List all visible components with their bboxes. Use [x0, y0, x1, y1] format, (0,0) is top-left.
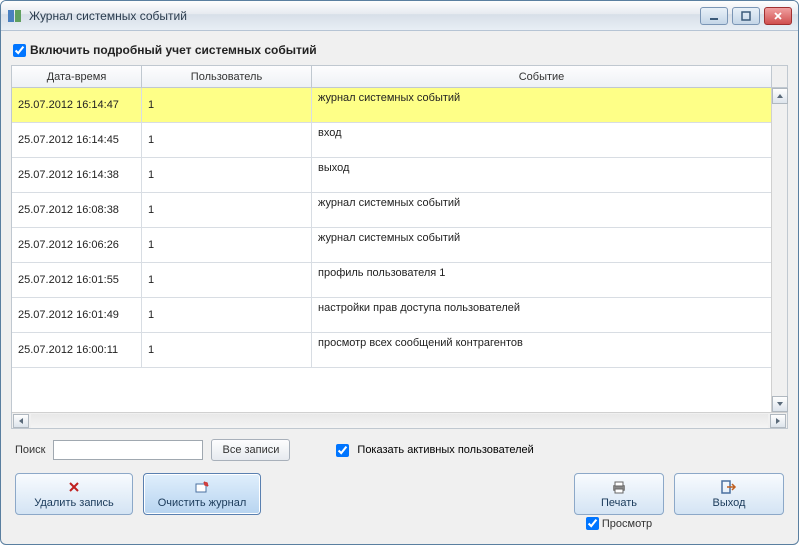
cell-datetime: 25.07.2012 16:14:45 [12, 123, 142, 157]
cell-user: 1 [142, 88, 312, 122]
detail-logging-label: Включить подробный учет системных событи… [30, 43, 317, 57]
cell-event: настройки прав доступа пользователей [312, 298, 787, 332]
close-button[interactable] [764, 7, 792, 25]
titlebar: Журнал системных событий [1, 1, 798, 31]
cell-user: 1 [142, 193, 312, 227]
delete-button-label: Удалить запись [34, 497, 114, 509]
cell-datetime: 25.07.2012 16:00:11 [12, 333, 142, 367]
print-column: Печать Просмотр [574, 473, 664, 530]
col-header-event[interactable]: Событие [312, 66, 771, 87]
all-records-button[interactable]: Все записи [211, 439, 290, 461]
clear-icon [194, 479, 210, 495]
cell-user: 1 [142, 158, 312, 192]
active-users-label: Показать активных пользователей [357, 444, 533, 456]
table-row[interactable]: 25.07.2012 16:01:491настройки прав досту… [12, 298, 787, 333]
hscroll-track[interactable] [31, 414, 768, 428]
table-row[interactable]: 25.07.2012 16:14:381выход [12, 158, 787, 193]
preview-checkbox[interactable] [586, 517, 599, 530]
window: Журнал системных событий Включить подроб… [0, 0, 799, 545]
table-body: 25.07.2012 16:14:471журнал системных соб… [12, 88, 787, 412]
window-controls [700, 7, 792, 25]
clear-log-button[interactable]: Очистить журнал [143, 473, 261, 515]
detail-logging-checkbox[interactable] [13, 44, 26, 57]
maximize-button[interactable] [732, 7, 760, 25]
detail-logging-row: Включить подробный учет системных событи… [11, 39, 788, 65]
table-row[interactable]: 25.07.2012 16:14:451вход [12, 123, 787, 158]
cell-event: журнал системных событий [312, 88, 787, 122]
cell-datetime: 25.07.2012 16:01:49 [12, 298, 142, 332]
vertical-scrollbar[interactable] [771, 88, 787, 412]
delete-icon [67, 479, 81, 495]
printer-icon [611, 479, 627, 495]
active-users-checkbox[interactable] [336, 444, 349, 457]
cell-datetime: 25.07.2012 16:06:26 [12, 228, 142, 262]
exit-icon [721, 479, 737, 495]
table-row[interactable]: 25.07.2012 16:14:471журнал системных соб… [12, 88, 787, 123]
cell-user: 1 [142, 333, 312, 367]
print-button-label: Печать [601, 497, 637, 509]
cell-event: вход [312, 123, 787, 157]
table-row[interactable]: 25.07.2012 16:00:111просмотр всех сообще… [12, 333, 787, 368]
window-title: Журнал системных событий [29, 9, 700, 23]
cell-user: 1 [142, 123, 312, 157]
table-header: Дата-время Пользователь Событие [12, 66, 787, 88]
scroll-down-icon[interactable] [772, 396, 788, 412]
exit-button-label: Выход [713, 497, 746, 509]
print-button[interactable]: Печать [574, 473, 664, 515]
cell-event: профиль пользователя 1 [312, 263, 787, 297]
clear-button-label: Очистить журнал [158, 497, 247, 509]
cell-event: журнал системных событий [312, 228, 787, 262]
cell-event: выход [312, 158, 787, 192]
search-row: Поиск Все записи Показать активных польз… [11, 429, 788, 469]
scroll-left-icon[interactable] [13, 414, 29, 428]
cell-datetime: 25.07.2012 16:14:38 [12, 158, 142, 192]
delete-record-button[interactable]: Удалить запись [15, 473, 133, 515]
scroll-up-icon[interactable] [772, 88, 788, 104]
table-row[interactable]: 25.07.2012 16:06:261журнал системных соб… [12, 228, 787, 263]
cell-user: 1 [142, 228, 312, 262]
cell-datetime: 25.07.2012 16:08:38 [12, 193, 142, 227]
cell-user: 1 [142, 298, 312, 332]
minimize-button[interactable] [700, 7, 728, 25]
search-input[interactable] [53, 440, 203, 460]
app-icon [7, 8, 23, 24]
cell-user: 1 [142, 263, 312, 297]
exit-button[interactable]: Выход [674, 473, 784, 515]
cell-event: просмотр всех сообщений контрагентов [312, 333, 787, 367]
preview-row: Просмотр [586, 517, 652, 530]
horizontal-scrollbar[interactable] [12, 412, 787, 428]
table-row[interactable]: 25.07.2012 16:08:381журнал системных соб… [12, 193, 787, 228]
col-header-datetime[interactable]: Дата-время [12, 66, 142, 87]
search-label: Поиск [15, 444, 45, 456]
cell-event: журнал системных событий [312, 193, 787, 227]
preview-label: Просмотр [602, 518, 652, 530]
scroll-corner [771, 66, 787, 87]
cell-datetime: 25.07.2012 16:01:55 [12, 263, 142, 297]
events-table: Дата-время Пользователь Событие 25.07.20… [11, 65, 788, 429]
table-row[interactable]: 25.07.2012 16:01:551профиль пользователя… [12, 263, 787, 298]
button-row: Удалить запись Очистить журнал Печать Пр… [11, 469, 788, 536]
col-header-user[interactable]: Пользователь [142, 66, 312, 87]
content-area: Включить подробный учет системных событи… [1, 31, 798, 544]
cell-datetime: 25.07.2012 16:14:47 [12, 88, 142, 122]
scroll-right-icon[interactable] [770, 414, 786, 428]
